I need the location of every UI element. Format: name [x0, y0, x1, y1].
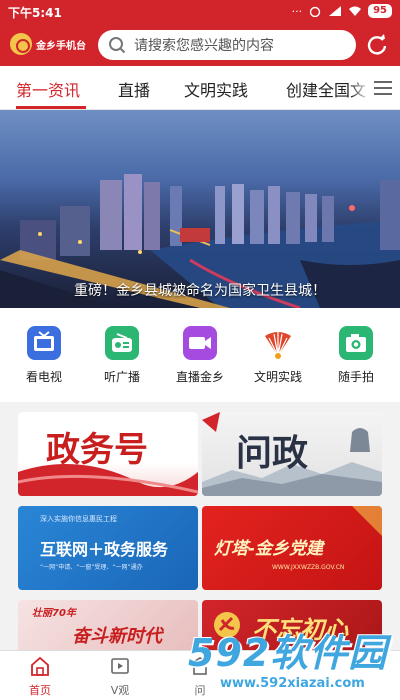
quick-item-snapshot[interactable]: 随手拍 — [321, 326, 391, 385]
quick-item-label: 听广播 — [103, 370, 140, 384]
radio-icon — [105, 326, 139, 360]
card-zhengwu[interactable]: 政务号 — [18, 412, 198, 496]
tab-live[interactable]: 直播 — [118, 77, 150, 101]
status-icons: ··· 95 — [292, 4, 392, 18]
quick-item-label: 文明实践 — [253, 370, 302, 384]
quick-item-label: 看电视 — [25, 370, 62, 384]
alarm-icon — [309, 6, 321, 17]
card-internet-gov-service[interactable]: 深入实施你信息惠民工程 互联网＋政务服务 “一网”申请、“一窗”受理、“一网”通… — [18, 506, 198, 590]
refresh-icon[interactable] — [366, 34, 388, 56]
home-icon — [31, 656, 49, 676]
civilization-fan-icon — [261, 326, 295, 360]
card-fendou[interactable]: 壮丽70年 奋斗新时代 — [18, 600, 198, 650]
nav-wen-label: 问 — [194, 684, 206, 697]
city-night-image — [0, 174, 400, 308]
party-emblem-icon — [214, 612, 240, 638]
card-zhengwu-title: 政务号 — [46, 430, 148, 470]
card-internet-tagline: “一网”申请、“一窗”受理、“一网”通办 — [40, 564, 143, 571]
quick-item-civilization[interactable]: 文明实践 — [243, 326, 313, 385]
building-icon — [189, 657, 211, 675]
card-dengta-title: 灯塔-金乡党建 — [214, 539, 324, 559]
quick-item-live-jinxiang[interactable]: 直播金乡 — [165, 326, 235, 385]
tv-icon — [27, 326, 61, 360]
nav-home[interactable]: 首页 — [10, 655, 70, 698]
quick-item-watch-tv[interactable]: 看电视 — [9, 326, 79, 385]
banner-caption: 重磅！金乡县城被命名为国家卫生县城！ — [74, 283, 326, 299]
wifi-icon — [349, 6, 362, 16]
category-tabs: 第一资讯 直播 文明实践 创建全国文 — [0, 66, 400, 110]
tab-civilization-practice[interactable]: 文明实践 — [184, 77, 248, 101]
nav-v-view-label: V观 — [110, 684, 130, 697]
battery-badge: 95 — [368, 4, 392, 18]
more-dots-icon: ··· — [291, 4, 303, 18]
card-wenzheng-title: 问政 — [236, 432, 309, 474]
card-fendou-prefix: 壮丽70年 — [32, 608, 76, 619]
status-bar: 下午5:41 ··· 95 — [0, 0, 400, 24]
tab-menu-icon[interactable] — [366, 66, 400, 109]
search-input[interactable]: 请搜索您感兴趣的内容 — [98, 30, 356, 60]
tab-first-news[interactable]: 第一资讯 — [16, 77, 80, 101]
card-dengta-url: WWW.JXXWZZB.GOV.CN — [272, 564, 345, 571]
nav-home-label: 首页 — [29, 684, 51, 697]
bottom-nav: 首页 V观 问 — [0, 650, 400, 700]
card-buwang[interactable]: 不忘初心 — [202, 600, 382, 650]
service-grid: 政务号 问政 深入实施你信息惠民工程 互联网＋政务服务 “一网”申请、“一窗”受… — [0, 402, 400, 650]
card-internet-title: 互联网＋政务服务 — [40, 540, 169, 559]
card-buwang-title: 不忘初心 — [252, 616, 348, 644]
card-internet-subtitle: 深入实施你信息惠民工程 — [40, 515, 117, 523]
app-header: 金乡手机台 请搜索您感兴趣的内容 — [0, 24, 400, 66]
card-dengta[interactable]: 灯塔-金乡党建 WWW.JXXWZZB.GOV.CN — [202, 506, 382, 590]
nav-v-view[interactable]: V观 — [90, 655, 150, 698]
video-icon — [111, 658, 129, 674]
top-bar: 下午5:41 ··· 95 金乡手机台 请搜索您感兴趣的内容 — [0, 0, 400, 66]
logo-mark-icon — [10, 33, 32, 55]
app-root: 下午5:41 ··· 95 金乡手机台 请搜索您感兴趣的内容 第一资讯 直播 文… — [0, 0, 400, 700]
video-camera-icon — [183, 326, 217, 360]
quick-item-label: 随手拍 — [337, 370, 374, 384]
card-wenzheng[interactable]: 问政 — [202, 412, 382, 496]
active-tab-indicator — [16, 106, 86, 109]
status-time: 下午5:41 — [8, 6, 62, 20]
quick-item-listen-radio[interactable]: 听广播 — [87, 326, 157, 385]
camera-icon — [339, 326, 373, 360]
search-placeholder: 请搜索您感兴趣的内容 — [134, 38, 274, 54]
logo-text: 金乡手机台 — [36, 40, 86, 52]
app-logo[interactable]: 金乡手机台 — [10, 33, 86, 55]
search-icon — [109, 37, 126, 54]
signal-icon — [329, 6, 342, 16]
quick-access-bar: 看电视 听广播 直播金乡 文明实践 随手拍 — [0, 308, 400, 402]
quick-item-label: 直播金乡 — [175, 370, 224, 384]
hero-banner[interactable]: 重磅！金乡县城被命名为国家卫生县城！ — [0, 110, 400, 308]
nav-wen[interactable]: 问 — [170, 655, 230, 698]
card-fendou-title: 奋斗新时代 — [72, 626, 162, 647]
